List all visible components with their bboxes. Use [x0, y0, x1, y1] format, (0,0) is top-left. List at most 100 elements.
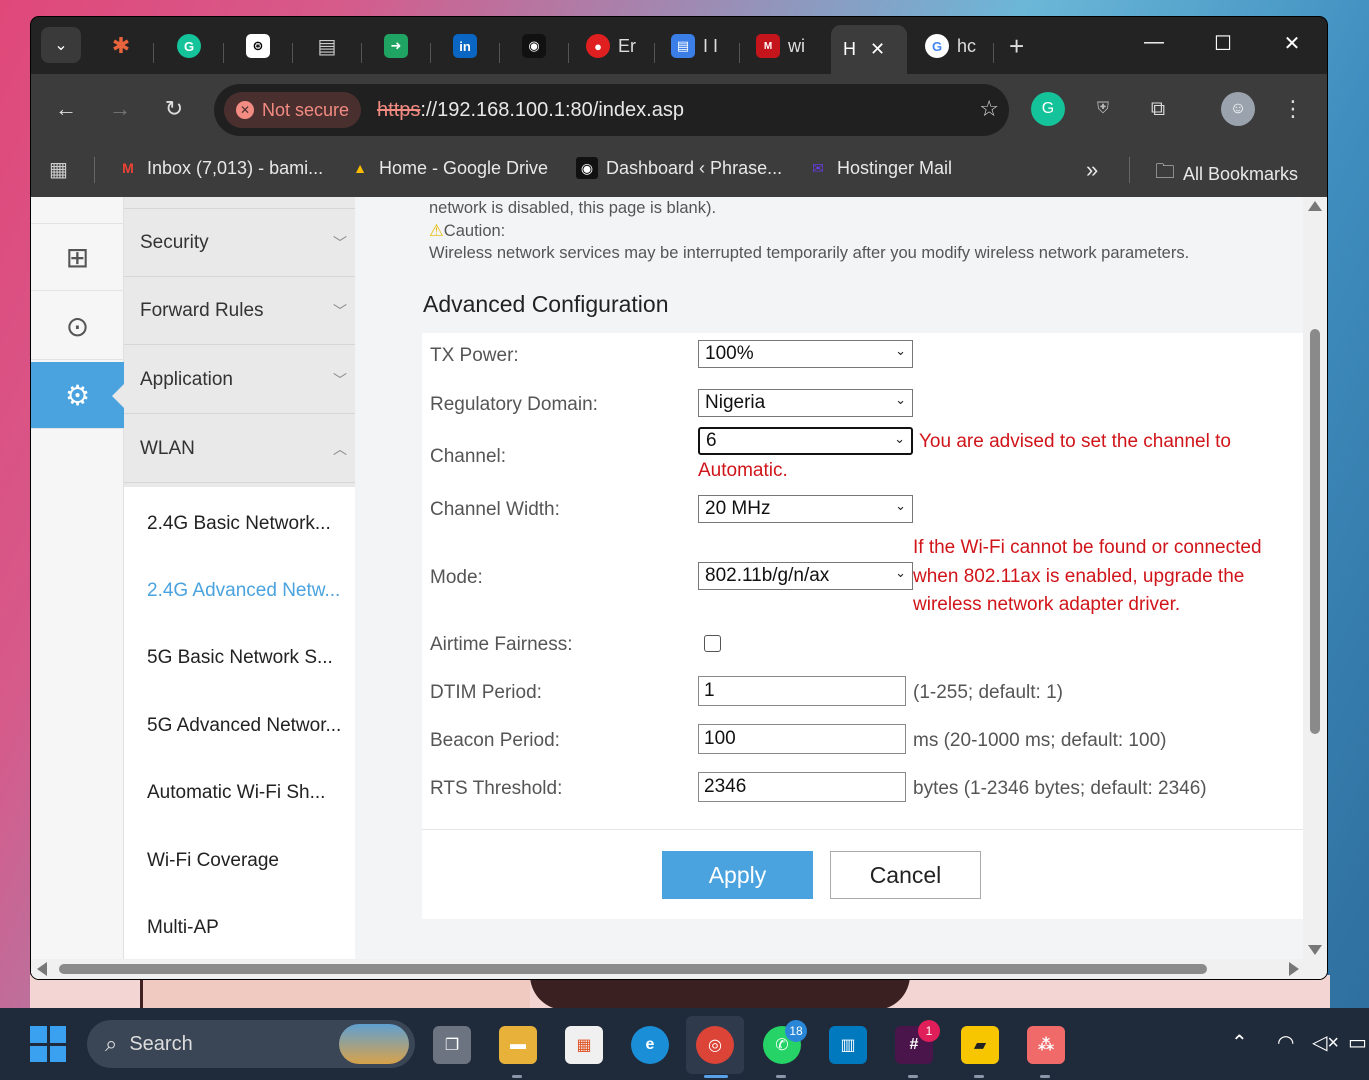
address-bar[interactable]: ✕ Not secure https://192.168.100.1:80/in… — [214, 84, 1009, 136]
airtime-fairness-label: Airtime Fairness: — [430, 634, 573, 655]
chatgpt-icon: ⊛ — [246, 34, 270, 58]
active-indicator — [704, 1075, 728, 1078]
maximize-button[interactable]: ☐ — [1203, 31, 1243, 56]
scroll-left-arrow[interactable] — [37, 962, 47, 976]
grammarly-extension-icon[interactable]: G — [1031, 92, 1065, 126]
more-bookmarks-button[interactable]: » — [1086, 157, 1098, 183]
tray-overflow-icon[interactable]: ⌃ — [1231, 1030, 1248, 1055]
profile-avatar[interactable]: ☺ — [1221, 92, 1255, 126]
rail-item-top[interactable] — [31, 197, 124, 224]
menu-item-wlan[interactable]: WLAN ︿ — [124, 415, 355, 483]
trello-icon[interactable]: ▥ — [829, 1026, 867, 1064]
microsoft-store-icon[interactable]: ▦ — [565, 1026, 603, 1064]
gear-icon: ⚙ — [64, 379, 91, 411]
apps-grid-icon: ▦ — [49, 159, 68, 181]
vertical-scrollbar[interactable] — [1303, 197, 1327, 959]
wifi-icon[interactable]: ◠ — [1277, 1030, 1294, 1055]
all-bookmarks-button[interactable]: 🗀 All Bookmarks — [1155, 157, 1298, 191]
slack-badge: 1 — [918, 1020, 940, 1042]
submenu-2g-basic[interactable]: 2.4G Basic Network... — [147, 513, 331, 535]
airtime-fairness-checkbox[interactable] — [704, 635, 721, 652]
horizontal-scroll-thumb[interactable] — [59, 964, 1207, 974]
channel-width-select[interactable]: 20 MHz ⌄ — [698, 495, 913, 523]
cancel-button[interactable]: Cancel — [830, 851, 981, 899]
tab-9[interactable]: ▤ I I — [671, 29, 718, 63]
tx-power-select[interactable]: 100% ⌄ — [698, 340, 913, 368]
rail-item-status[interactable]: ⊙ — [31, 293, 124, 360]
rail-item-maintenance[interactable]: ⊞ — [31, 224, 124, 291]
scroll-down-arrow[interactable] — [1308, 945, 1322, 955]
running-indicator — [776, 1075, 786, 1078]
start-button[interactable] — [30, 1026, 66, 1062]
minimize-icon: — — [1144, 31, 1164, 53]
vertical-scroll-thumb[interactable] — [1310, 329, 1320, 734]
tab-7[interactable]: ◉ — [522, 29, 546, 63]
submenu-5g-advanced[interactable]: 5G Advanced Networ... — [147, 715, 341, 737]
channel-select[interactable]: 6 ⌄ — [698, 427, 913, 455]
tab-2[interactable]: G — [177, 29, 201, 63]
bookmark-gmail[interactable]: M Inbox (7,013) - bami... — [117, 157, 323, 179]
mode-select[interactable]: 802.11b/g/n/ax ⌄ — [698, 562, 913, 590]
regulatory-domain-select[interactable]: Nigeria ⌄ — [698, 389, 913, 417]
tab-google[interactable]: Ghc — [925, 29, 976, 63]
close-window-button[interactable]: ✕ — [1272, 31, 1312, 56]
submenu-5g-basic[interactable]: 5G Basic Network S... — [147, 647, 333, 669]
tab-5[interactable]: ➜ — [384, 29, 408, 63]
scroll-right-arrow[interactable] — [1289, 962, 1299, 976]
chevron-down-icon: ﹀ — [333, 234, 347, 251]
menu-item-hidden[interactable] — [124, 197, 355, 209]
file-explorer-icon[interactable]: ▬ — [499, 1026, 537, 1064]
bookmark-drive[interactable]: ▲ Home - Google Drive — [349, 157, 548, 179]
dtim-period-input[interactable]: 1 — [698, 676, 906, 706]
task-view-icon[interactable]: ❐ — [433, 1026, 471, 1064]
tab-8[interactable]: ● Er — [586, 29, 636, 63]
tab-4[interactable]: ▤ — [315, 29, 339, 63]
url-text[interactable]: https://192.168.100.1:80/index.asp — [377, 99, 684, 122]
volume-muted-icon[interactable]: ◁× — [1312, 1030, 1339, 1055]
submenu-wifi-coverage[interactable]: Wi-Fi Coverage — [147, 850, 279, 872]
bookmark-hostinger[interactable]: ✉ Hostinger Mail — [807, 157, 952, 179]
rts-threshold-input[interactable]: 2346 — [698, 772, 906, 802]
tab-6[interactable]: in — [453, 29, 477, 63]
tab-10[interactable]: Mwi — [756, 29, 805, 63]
tab-search-button[interactable]: ⌄ — [41, 27, 81, 63]
asana-icon[interactable]: ⁂ — [1027, 1026, 1065, 1064]
menu-item-security[interactable]: Security ﹀ — [124, 209, 355, 277]
apply-button[interactable]: Apply — [662, 851, 813, 899]
taskbar-search[interactable]: ⌕ Search — [87, 1020, 415, 1068]
tab-1[interactable]: ✱ — [109, 29, 133, 63]
new-tab-button[interactable]: + — [1009, 29, 1024, 63]
submenu-2g-advanced[interactable]: 2.4G Advanced Netw... — [147, 580, 340, 602]
bookmark-star-icon[interactable]: ☆ — [979, 96, 999, 122]
chevron-down-icon: ⌄ — [895, 343, 906, 358]
battery-icon[interactable]: ▭ — [1348, 1030, 1367, 1055]
extensions-puzzle-icon[interactable]: ⧉ — [1141, 92, 1175, 126]
taskbar: ⌕ Search ❐ ▬ ▦ e ◎ ✆ 18 ▥ # 1 ▰ ⁂ ⌃ ◠ ◁×… — [0, 1008, 1369, 1080]
shield-extension-icon[interactable]: ⛨ — [1086, 92, 1120, 126]
back-button[interactable]: ← — [49, 92, 83, 126]
beacon-period-input[interactable]: 100 — [698, 724, 906, 754]
submenu-multi-ap[interactable]: Multi-AP — [147, 917, 219, 939]
reload-button[interactable]: ↻ — [157, 92, 191, 126]
regulatory-domain-value: Nigeria — [705, 392, 766, 413]
forward-button[interactable]: → — [103, 92, 137, 126]
scroll-up-arrow[interactable] — [1308, 201, 1322, 211]
rail-item-settings[interactable]: ⚙ — [31, 362, 124, 429]
chrome-icon[interactable]: ◎ — [696, 1026, 734, 1064]
settings-menu: Security ﹀ Forward Rules ﹀ Application ﹀… — [124, 197, 355, 979]
caution-text: Wireless network services may be interru… — [429, 244, 1190, 262]
browser-menu-icon[interactable]: ⋮ — [1276, 92, 1310, 126]
minimize-button[interactable]: — — [1134, 31, 1174, 54]
submenu-auto-wifi[interactable]: Automatic Wi-Fi Sh... — [147, 782, 325, 804]
menu-item-application[interactable]: Application ﹀ — [124, 346, 355, 414]
apps-grid-button[interactable]: ▦ — [49, 157, 68, 182]
horizontal-scrollbar[interactable] — [31, 959, 1327, 979]
edge-icon[interactable]: e — [631, 1026, 669, 1064]
tab-active[interactable]: H ✕ — [831, 25, 907, 74]
bookmark-phrase[interactable]: ◉ Dashboard ‹ Phrase... — [576, 157, 782, 179]
sticky-notes-icon[interactable]: ▰ — [961, 1026, 999, 1064]
tab-3[interactable]: ⊛ — [246, 29, 270, 63]
security-chip[interactable]: ✕ Not secure — [224, 92, 362, 128]
close-tab-icon[interactable]: ✕ — [870, 39, 885, 60]
menu-item-forward-rules[interactable]: Forward Rules ﹀ — [124, 277, 355, 345]
